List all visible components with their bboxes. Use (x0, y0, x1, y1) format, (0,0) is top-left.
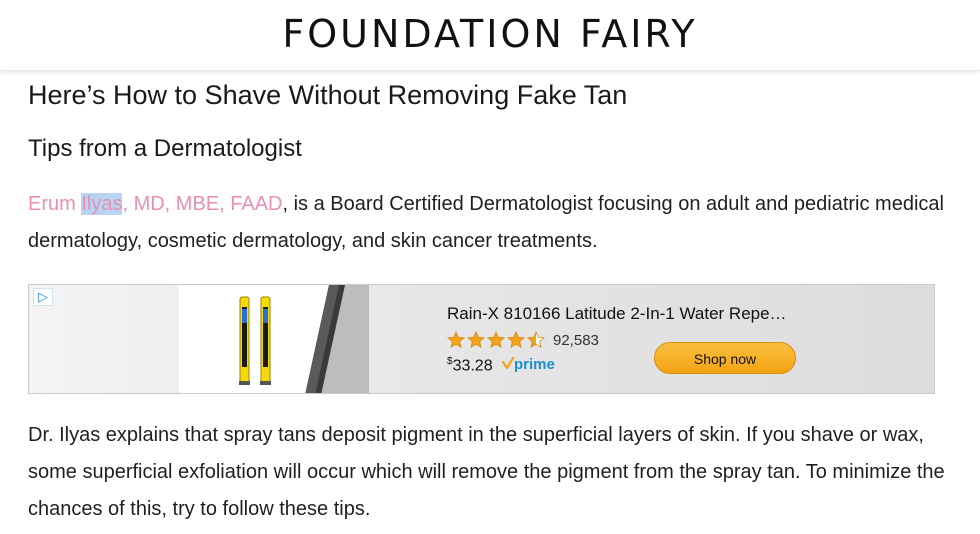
article-subtitle: Tips from a Dermatologist (28, 135, 302, 162)
wiper-blade-1 (239, 296, 250, 385)
author-credentials: , MD, MBE, FAAD (122, 193, 283, 215)
site-header: FOUNDATION FAIRY (0, 0, 980, 71)
author-last-name-highlighted: Ilyas (81, 193, 123, 215)
product-image[interactable] (179, 285, 369, 394)
rating-count: 92,583 (553, 332, 599, 349)
price-value: 33.28 (452, 357, 493, 375)
ad-banner[interactable]: ▷ Rain-X 810166 Latitude 2-In-1 Water Re… (28, 284, 935, 394)
author-first-name: Erum (28, 193, 82, 215)
author-link[interactable]: Erum Ilyas, MD, MBE, FAAD (28, 193, 283, 215)
prime-label: prime (514, 356, 555, 373)
rating-stars-icon (447, 331, 545, 348)
body-paragraph: Dr. Ilyas explains that spray tans depos… (28, 424, 945, 520)
ad-choices-icon[interactable]: ▷ (33, 288, 53, 306)
product-price: $33.28 (447, 356, 493, 375)
article-content: Here’s How to Shave Without Removing Fak… (28, 78, 948, 260)
wiper-blade-2 (260, 296, 271, 385)
article-title: Here’s How to Shave Without Removing Fak… (28, 80, 628, 110)
intro-paragraph: Erum Ilyas, MD, MBE, FAAD, is a Board Ce… (28, 186, 948, 260)
shop-now-button[interactable]: Shop now (654, 342, 796, 374)
ad-product-title[interactable]: Rain-X 810166 Latitude 2-In-1 Water Repe… (447, 304, 787, 324)
prime-logo-icon: prime (501, 356, 555, 373)
site-logo[interactable]: FOUNDATION FAIRY (0, 10, 980, 58)
